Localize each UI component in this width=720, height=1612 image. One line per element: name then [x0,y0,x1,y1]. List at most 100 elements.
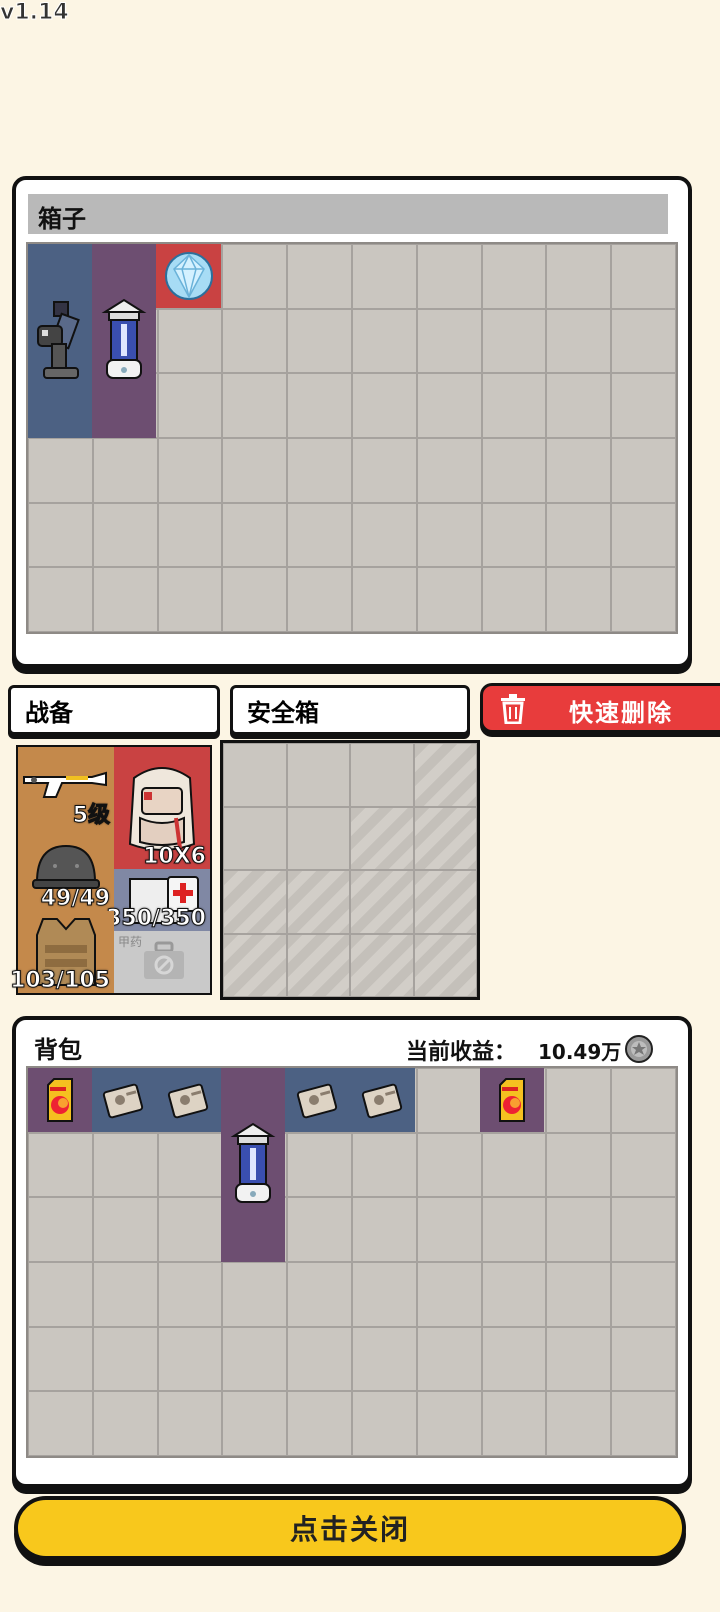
grid-cell[interactable] [157,1391,223,1456]
grid-cell[interactable] [157,437,223,503]
grid-cell[interactable] [287,1391,352,1456]
grid-cell[interactable] [28,1391,93,1456]
grid-cell[interactable] [92,1326,158,1392]
grid-cell[interactable] [92,1391,158,1456]
grid-cell[interactable] [611,1197,676,1262]
grid-cell[interactable] [611,1391,676,1456]
grid-cell[interactable] [287,1261,352,1327]
grid-cell[interactable] [222,567,288,632]
grid-cell[interactable] [287,244,352,309]
grid-cell[interactable] [287,567,352,632]
grid-cell[interactable] [546,1391,612,1456]
grid-cell[interactable] [287,373,352,438]
grid-cell[interactable] [287,1197,352,1262]
grid-cell[interactable] [416,1261,482,1327]
grid-cell[interactable] [222,244,288,309]
grid-cell[interactable] [416,373,482,438]
medkit-slot[interactable]: 350/350 [106,869,210,932]
grid-cell[interactable] [28,567,93,632]
grid-cell[interactable] [546,437,612,503]
grid-cell[interactable] [546,1132,612,1198]
grid-cell[interactable] [481,1391,547,1456]
grid-cell[interactable] [416,308,482,374]
grid-cell[interactable] [222,1391,288,1456]
armor-medkit-slot[interactable]: 甲药 [114,931,210,993]
grid-cell[interactable] [481,373,547,438]
grid-cell[interactable] [222,437,288,503]
grid-cell[interactable] [481,437,547,503]
grid-cell[interactable] [352,1261,417,1327]
grid-cell[interactable] [286,806,350,870]
grid-cell[interactable] [92,502,158,568]
grid-cell[interactable] [352,373,417,438]
grid-cell[interactable] [222,308,288,374]
grid-cell[interactable] [92,1261,158,1327]
grid-cell[interactable] [416,1132,482,1198]
grid-cell[interactable] [611,1132,676,1198]
grid-cell[interactable] [92,1197,158,1262]
grid-cell[interactable] [481,1197,547,1262]
grid-cell[interactable] [352,567,417,632]
grid-cell[interactable] [352,1326,417,1392]
grid-cell[interactable] [28,502,93,568]
grid-cell[interactable] [611,567,676,632]
grid-cell[interactable] [546,502,612,568]
grid-cell[interactable] [28,1261,93,1327]
grid-cell[interactable] [611,1068,676,1133]
grid-cell[interactable] [481,244,547,309]
grid-cell[interactable] [157,308,223,374]
grid-cell[interactable] [92,567,158,632]
grid-cell[interactable] [223,806,287,870]
card-item-1[interactable] [92,1068,156,1132]
grid-cell[interactable] [157,567,223,632]
grid-cell[interactable] [611,437,676,503]
grid-cell[interactable] [287,1132,352,1198]
grid-cell[interactable] [222,1261,288,1327]
grid-cell[interactable] [286,743,350,807]
grid-cell[interactable] [416,1197,482,1262]
grid-cell[interactable] [352,1132,417,1198]
grid-cell[interactable] [481,1132,547,1198]
card-item-2[interactable] [156,1068,221,1132]
grid-cell[interactable] [352,437,417,503]
grid-cell[interactable] [92,1132,158,1198]
card-item-4[interactable] [350,1068,415,1132]
grid-cell[interactable] [416,244,482,309]
card-item-3[interactable] [285,1068,350,1132]
grid-cell[interactable] [92,437,158,503]
grid-cell[interactable] [287,502,352,568]
grid-cell[interactable] [157,1261,223,1327]
grid-cell[interactable] [416,502,482,568]
grid-cell[interactable] [546,1261,612,1327]
grid-cell[interactable] [157,502,223,568]
grid-cell[interactable] [157,373,223,438]
grid-cell[interactable] [611,308,676,374]
grid-cell[interactable] [546,308,612,374]
grid-cell[interactable] [546,244,612,309]
grid-cell[interactable] [352,308,417,374]
grid-cell[interactable] [611,373,676,438]
grid-cell[interactable] [611,502,676,568]
lantern-item[interactable] [221,1068,285,1262]
diamond-item[interactable] [156,244,221,308]
close-button[interactable]: 点击关闭 [14,1496,686,1560]
grid-cell[interactable] [28,1132,93,1198]
grid-cell[interactable] [611,244,676,309]
tab-safe-box[interactable]: 安全箱 [230,685,470,735]
grid-cell[interactable] [546,567,612,632]
helmet-slot[interactable]: 49/49 [18,829,114,912]
grid-cell[interactable] [546,1068,612,1133]
grid-cell[interactable] [416,1068,482,1133]
grid-cell[interactable] [611,1261,676,1327]
grid-cell[interactable] [157,1197,223,1262]
juice-box-item[interactable] [28,1068,92,1132]
grid-cell[interactable] [157,1132,223,1198]
grid-cell[interactable] [222,373,288,438]
grid-cell[interactable] [352,244,417,309]
grid-cell[interactable] [287,1326,352,1392]
tab-equipment[interactable]: 战备 [8,685,220,735]
weapon-slot[interactable]: 5级 [18,747,114,829]
grid-cell[interactable] [481,567,547,632]
safe-box-grid[interactable] [220,740,480,1000]
grid-cell[interactable] [287,308,352,374]
